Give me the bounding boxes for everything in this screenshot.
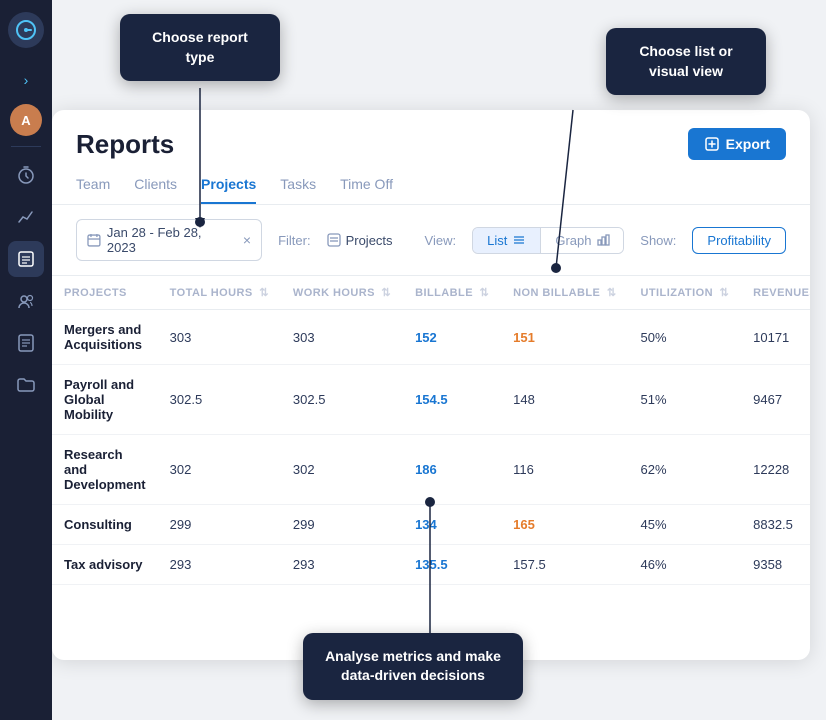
- project-name: Tax advisory: [52, 545, 158, 585]
- tab-tasks[interactable]: Tasks: [280, 176, 316, 204]
- page-title: Reports: [76, 129, 174, 160]
- sort-icon: ⇅: [381, 286, 391, 299]
- tooltip-view: Choose list or visual view: [606, 28, 766, 95]
- sidebar-item-analytics[interactable]: [8, 199, 44, 235]
- col-utilization[interactable]: UTILIZATION ⇅: [629, 276, 742, 310]
- table-row: Research and Development 302 302 186 116…: [52, 435, 810, 505]
- billable: 152: [403, 310, 501, 365]
- tab-clients[interactable]: Clients: [134, 176, 177, 204]
- sidebar-item-timer[interactable]: [8, 157, 44, 193]
- export-button[interactable]: Export: [688, 128, 786, 160]
- col-billable[interactable]: BILLABLE ⇅: [403, 276, 501, 310]
- sidebar: › A: [0, 0, 52, 720]
- table-row: Payroll and Global Mobility 302.5 302.5 …: [52, 365, 810, 435]
- table-container: PROJECTS TOTAL HOURS ⇅ WORK HOURS ⇅ BILL…: [52, 276, 810, 585]
- utilization: 50%: [629, 310, 742, 365]
- revenues: 12228: [741, 435, 810, 505]
- utilization: 62%: [629, 435, 742, 505]
- date-range-value: Jan 28 - Feb 28, 2023: [107, 225, 233, 255]
- non-billable: 165: [501, 505, 628, 545]
- tab-team[interactable]: Team: [76, 176, 110, 204]
- sort-icon: ⇅: [607, 286, 617, 299]
- work-hours: 293: [281, 545, 403, 585]
- sidebar-item-folder[interactable]: [8, 367, 44, 403]
- col-projects: PROJECTS: [52, 276, 158, 310]
- work-hours: 303: [281, 310, 403, 365]
- col-work-hours[interactable]: WORK HOURS ⇅: [281, 276, 403, 310]
- date-range-picker[interactable]: Jan 28 - Feb 28, 2023 ×: [76, 219, 262, 261]
- sidebar-item-document[interactable]: [8, 325, 44, 361]
- total-hours: 303: [158, 310, 281, 365]
- avatar[interactable]: A: [10, 104, 42, 136]
- show-label: Show:: [640, 233, 676, 248]
- col-revenues[interactable]: REVENUES ⇅: [741, 276, 810, 310]
- tab-timeoff[interactable]: Time Off: [340, 176, 393, 204]
- tooltip-analyse: Analyse metrics and make data-driven dec…: [303, 633, 523, 700]
- sidebar-item-reports[interactable]: [8, 241, 44, 277]
- billable: 186: [403, 435, 501, 505]
- total-hours: 293: [158, 545, 281, 585]
- project-name: Payroll and Global Mobility: [52, 365, 158, 435]
- billable: 134: [403, 505, 501, 545]
- main-content: Reports Export Team Clients Projects Tas…: [52, 110, 810, 660]
- project-name: Mergers and Acquisitions: [52, 310, 158, 365]
- billable: 154.5: [403, 365, 501, 435]
- billable: 135.5: [403, 545, 501, 585]
- revenues: 10171: [741, 310, 810, 365]
- project-name: Consulting: [52, 505, 158, 545]
- table-row: Tax advisory 293 293 135.5 157.5 46% 935…: [52, 545, 810, 585]
- table-row: Mergers and Acquisitions 303 303 152 151…: [52, 310, 810, 365]
- filter-projects[interactable]: Projects: [327, 233, 393, 248]
- non-billable: 151: [501, 310, 628, 365]
- show-profitability-button[interactable]: Profitability: [692, 227, 786, 254]
- work-hours: 302.5: [281, 365, 403, 435]
- sidebar-item-users[interactable]: [8, 283, 44, 319]
- sidebar-item-chevron[interactable]: ›: [8, 62, 44, 98]
- date-clear-button[interactable]: ×: [243, 232, 251, 248]
- page-header: Reports Export: [52, 110, 810, 160]
- divider1: [11, 146, 41, 147]
- utilization: 51%: [629, 365, 742, 435]
- total-hours: 302: [158, 435, 281, 505]
- project-name: Research and Development: [52, 435, 158, 505]
- tab-bar: Team Clients Projects Tasks Time Off: [52, 164, 810, 205]
- view-label: View:: [425, 233, 457, 248]
- view-list-button[interactable]: List: [473, 228, 541, 253]
- sidebar-logo[interactable]: [8, 12, 44, 48]
- non-billable: 157.5: [501, 545, 628, 585]
- tab-projects[interactable]: Projects: [201, 176, 256, 204]
- tooltip-report-type: Choose report type: [120, 14, 280, 81]
- work-hours: 302: [281, 435, 403, 505]
- sort-icon: ⇅: [479, 286, 489, 299]
- total-hours: 302.5: [158, 365, 281, 435]
- view-graph-button[interactable]: Graph: [541, 228, 624, 253]
- revenues: 9358: [741, 545, 810, 585]
- sort-icon: ⇅: [719, 286, 729, 299]
- utilization: 45%: [629, 505, 742, 545]
- non-billable: 148: [501, 365, 628, 435]
- filter-value: Projects: [346, 233, 393, 248]
- filter-label: Filter:: [278, 233, 311, 248]
- total-hours: 299: [158, 505, 281, 545]
- col-non-billable[interactable]: NON BILLABLE ⇅: [501, 276, 628, 310]
- revenues: 8832.5: [741, 505, 810, 545]
- sort-icon: ⇅: [259, 286, 269, 299]
- col-total-hours[interactable]: TOTAL HOURS ⇅: [158, 276, 281, 310]
- table-row: Consulting 299 299 134 165 45% 8832.5 52…: [52, 505, 810, 545]
- revenues: 9467: [741, 365, 810, 435]
- non-billable: 116: [501, 435, 628, 505]
- utilization: 46%: [629, 545, 742, 585]
- filter-bar: Jan 28 - Feb 28, 2023 × Filter: Projects…: [52, 205, 810, 276]
- data-table: PROJECTS TOTAL HOURS ⇅ WORK HOURS ⇅ BILL…: [52, 276, 810, 585]
- view-toggle: List Graph: [472, 227, 624, 254]
- work-hours: 299: [281, 505, 403, 545]
